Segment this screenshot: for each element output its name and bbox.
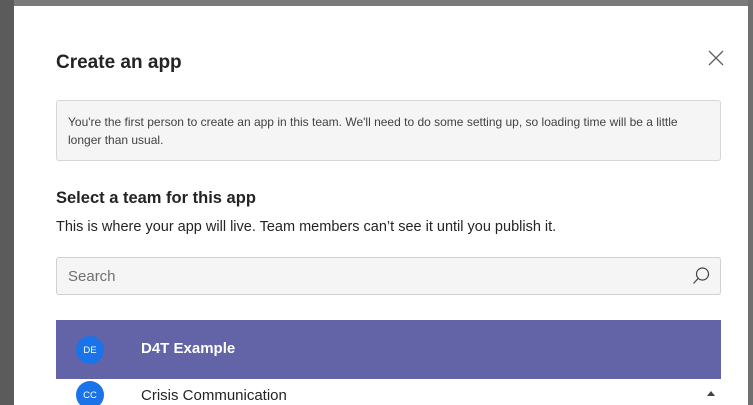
close-icon — [708, 50, 724, 66]
search-icon[interactable] — [691, 266, 711, 286]
dialog-title: Create an app — [56, 52, 182, 73]
avatar: DE — [76, 336, 104, 364]
team-search-box[interactable] — [56, 257, 721, 295]
search-input[interactable] — [57, 258, 687, 294]
app-backdrop-left — [0, 0, 14, 405]
app-backdrop-right — [748, 0, 753, 405]
create-app-dialog: Create an app You're the first person to… — [14, 6, 748, 405]
team-name: D4T Example — [141, 340, 236, 357]
select-team-heading: Select a team for this app — [56, 189, 256, 207]
team-name: Crisis Communication — [141, 387, 287, 404]
close-button[interactable] — [704, 46, 728, 70]
team-list: DE D4T Example CC Crisis Communication — [56, 320, 721, 405]
team-item-d4t-example[interactable]: DE D4T Example — [56, 320, 721, 379]
scroll-up-arrow-icon[interactable] — [705, 387, 717, 399]
first-app-notice: You're the first person to create an app… — [56, 100, 721, 161]
team-item-crisis-communication[interactable]: CC Crisis Communication — [56, 379, 721, 405]
select-team-description: This is where your app will live. Team m… — [56, 219, 557, 235]
avatar: CC — [76, 381, 104, 405]
